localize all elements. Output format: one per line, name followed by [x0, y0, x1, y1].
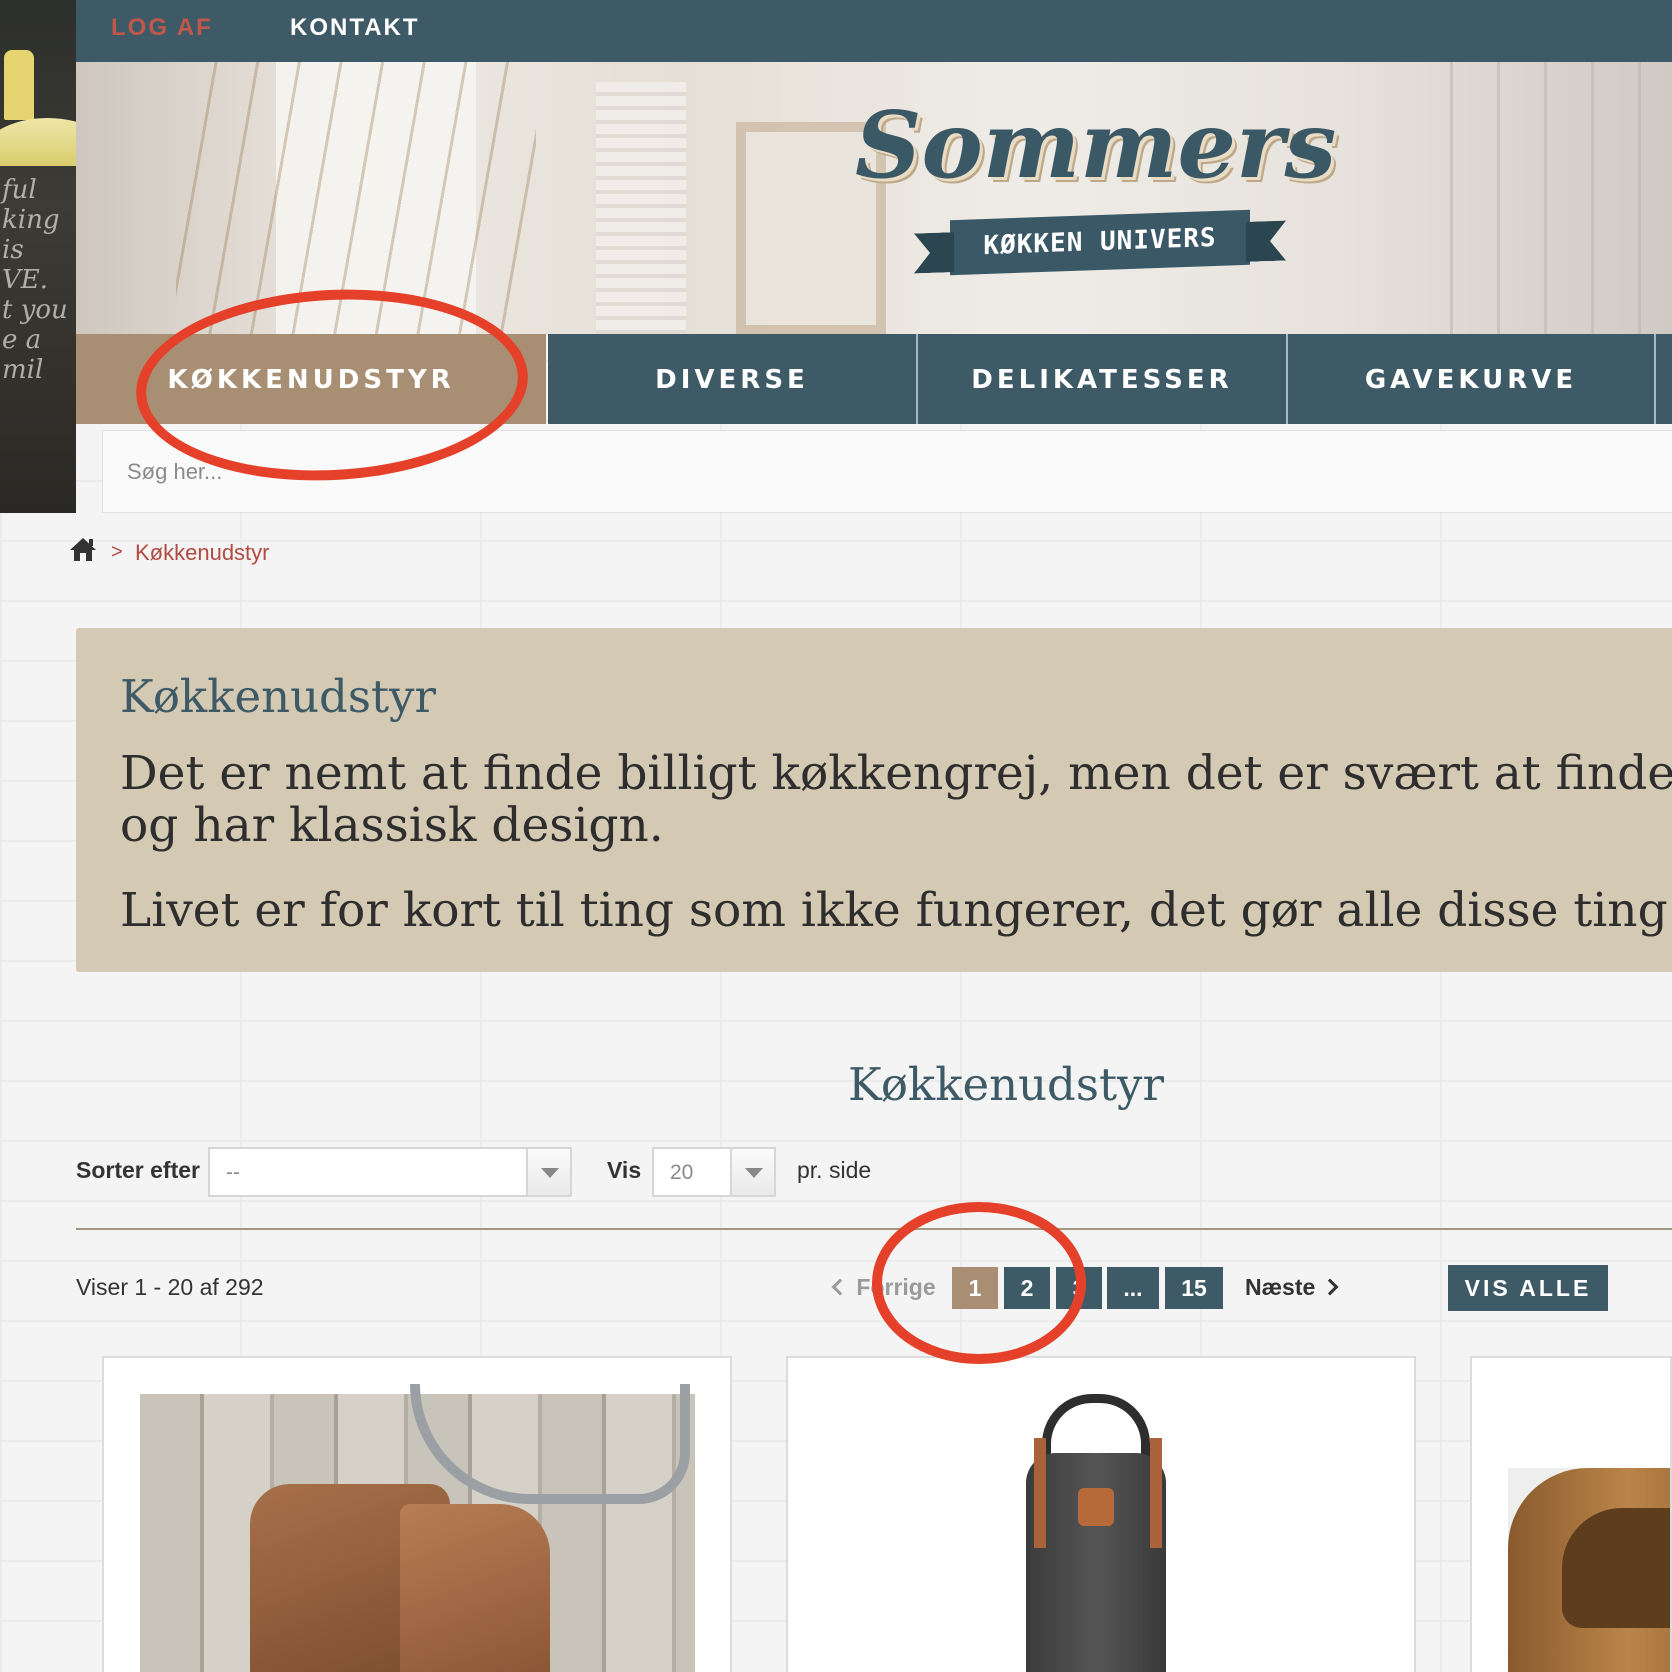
apron-logo-patch [1078, 1488, 1114, 1526]
next-page-label: Næste [1245, 1274, 1316, 1300]
page-button-2[interactable]: 2 [1004, 1267, 1050, 1309]
contact-link[interactable]: KONTAKT [290, 14, 420, 42]
description-title: Køkkenudstyr [120, 670, 436, 723]
lamp-shade [0, 118, 76, 166]
product-card[interactable] [102, 1356, 732, 1672]
page-button-15[interactable]: 15 [1165, 1267, 1223, 1309]
product-image-apron [1026, 1453, 1166, 1672]
tab-kokkenudstyr[interactable]: KØKKENUDSTYR [76, 334, 546, 424]
chevron-down-icon [730, 1149, 774, 1195]
hero-rack [1406, 62, 1672, 335]
prev-page-label: Forrige [856, 1274, 936, 1300]
page-button-1[interactable]: 1 [952, 1267, 998, 1309]
decorative-side-photo: ful king is VE. t you e a mil [0, 0, 76, 513]
product-card[interactable] [786, 1356, 1416, 1672]
hero-branches [176, 62, 536, 335]
logout-link[interactable]: LOG AF [111, 14, 213, 42]
result-count: Viser 1 - 20 af 292 [76, 1274, 264, 1300]
tab-delikatesser[interactable]: DELIKATESSER [918, 334, 1286, 424]
prev-page-link[interactable]: Forrige [831, 1274, 936, 1301]
chevron-down-icon [526, 1149, 570, 1195]
per-page-select[interactable]: 20 [652, 1147, 776, 1197]
product-image-gloves [140, 1384, 695, 1672]
show-all-button[interactable]: VIS ALLE [1448, 1265, 1608, 1311]
listing-title: Køkkenudstyr [848, 1058, 1164, 1111]
toolbar-divider [76, 1228, 1672, 1230]
hero-shutter [596, 82, 686, 335]
per-page-value: 20 [670, 1161, 694, 1184]
chevron-right-icon [1321, 1278, 1339, 1296]
search-bar [102, 430, 1672, 513]
sort-label: Sorter efter [76, 1157, 200, 1183]
bowl-inner [1562, 1508, 1670, 1628]
page-ellipsis: ... [1107, 1267, 1159, 1309]
next-page-link[interactable]: Næste [1245, 1274, 1339, 1301]
apron-strap-leather [1150, 1438, 1162, 1548]
tab-gavekurve[interactable]: GAVEKURVE [1288, 334, 1654, 424]
chalkboard-decoration: ful king is VE. t you e a mil [2, 175, 68, 385]
lamp-icon [4, 50, 34, 120]
page-button-3[interactable]: 3 [1056, 1267, 1102, 1309]
description-line: og har klassisk design. [120, 798, 664, 853]
apron-strap-leather [1034, 1438, 1046, 1548]
category-description: Køkkenudstyr Det er nemt at finde billig… [76, 628, 1672, 972]
hook-shape [410, 1384, 690, 1504]
breadcrumb-separator: > [111, 541, 123, 563]
site-logo[interactable]: Sommers KØKKEN UNIVERS [855, 90, 1337, 290]
tab-more[interactable] [1656, 334, 1672, 424]
search-input[interactable] [103, 431, 1672, 512]
breadcrumb-current[interactable]: Køkkenudstyr [135, 540, 270, 566]
logo-tagline: KØKKEN UNIVERS [950, 209, 1250, 276]
sort-value: -- [226, 1161, 240, 1184]
glove-shape [400, 1504, 550, 1672]
logo-name: Sommers [855, 91, 1337, 199]
chevron-left-icon [831, 1278, 849, 1296]
description-line: Det er nemt at finde billigt køkkengrej,… [120, 746, 1672, 801]
tab-diverse[interactable]: DIVERSE [548, 334, 916, 424]
per-page-suffix: pr. side [797, 1157, 872, 1183]
sort-select[interactable]: -- [208, 1147, 572, 1197]
description-line: Livet er for kort til ting som ikke fung… [120, 883, 1672, 938]
product-card[interactable] [1470, 1356, 1672, 1672]
show-label: Vis [607, 1157, 642, 1183]
home-icon[interactable] [68, 536, 98, 562]
